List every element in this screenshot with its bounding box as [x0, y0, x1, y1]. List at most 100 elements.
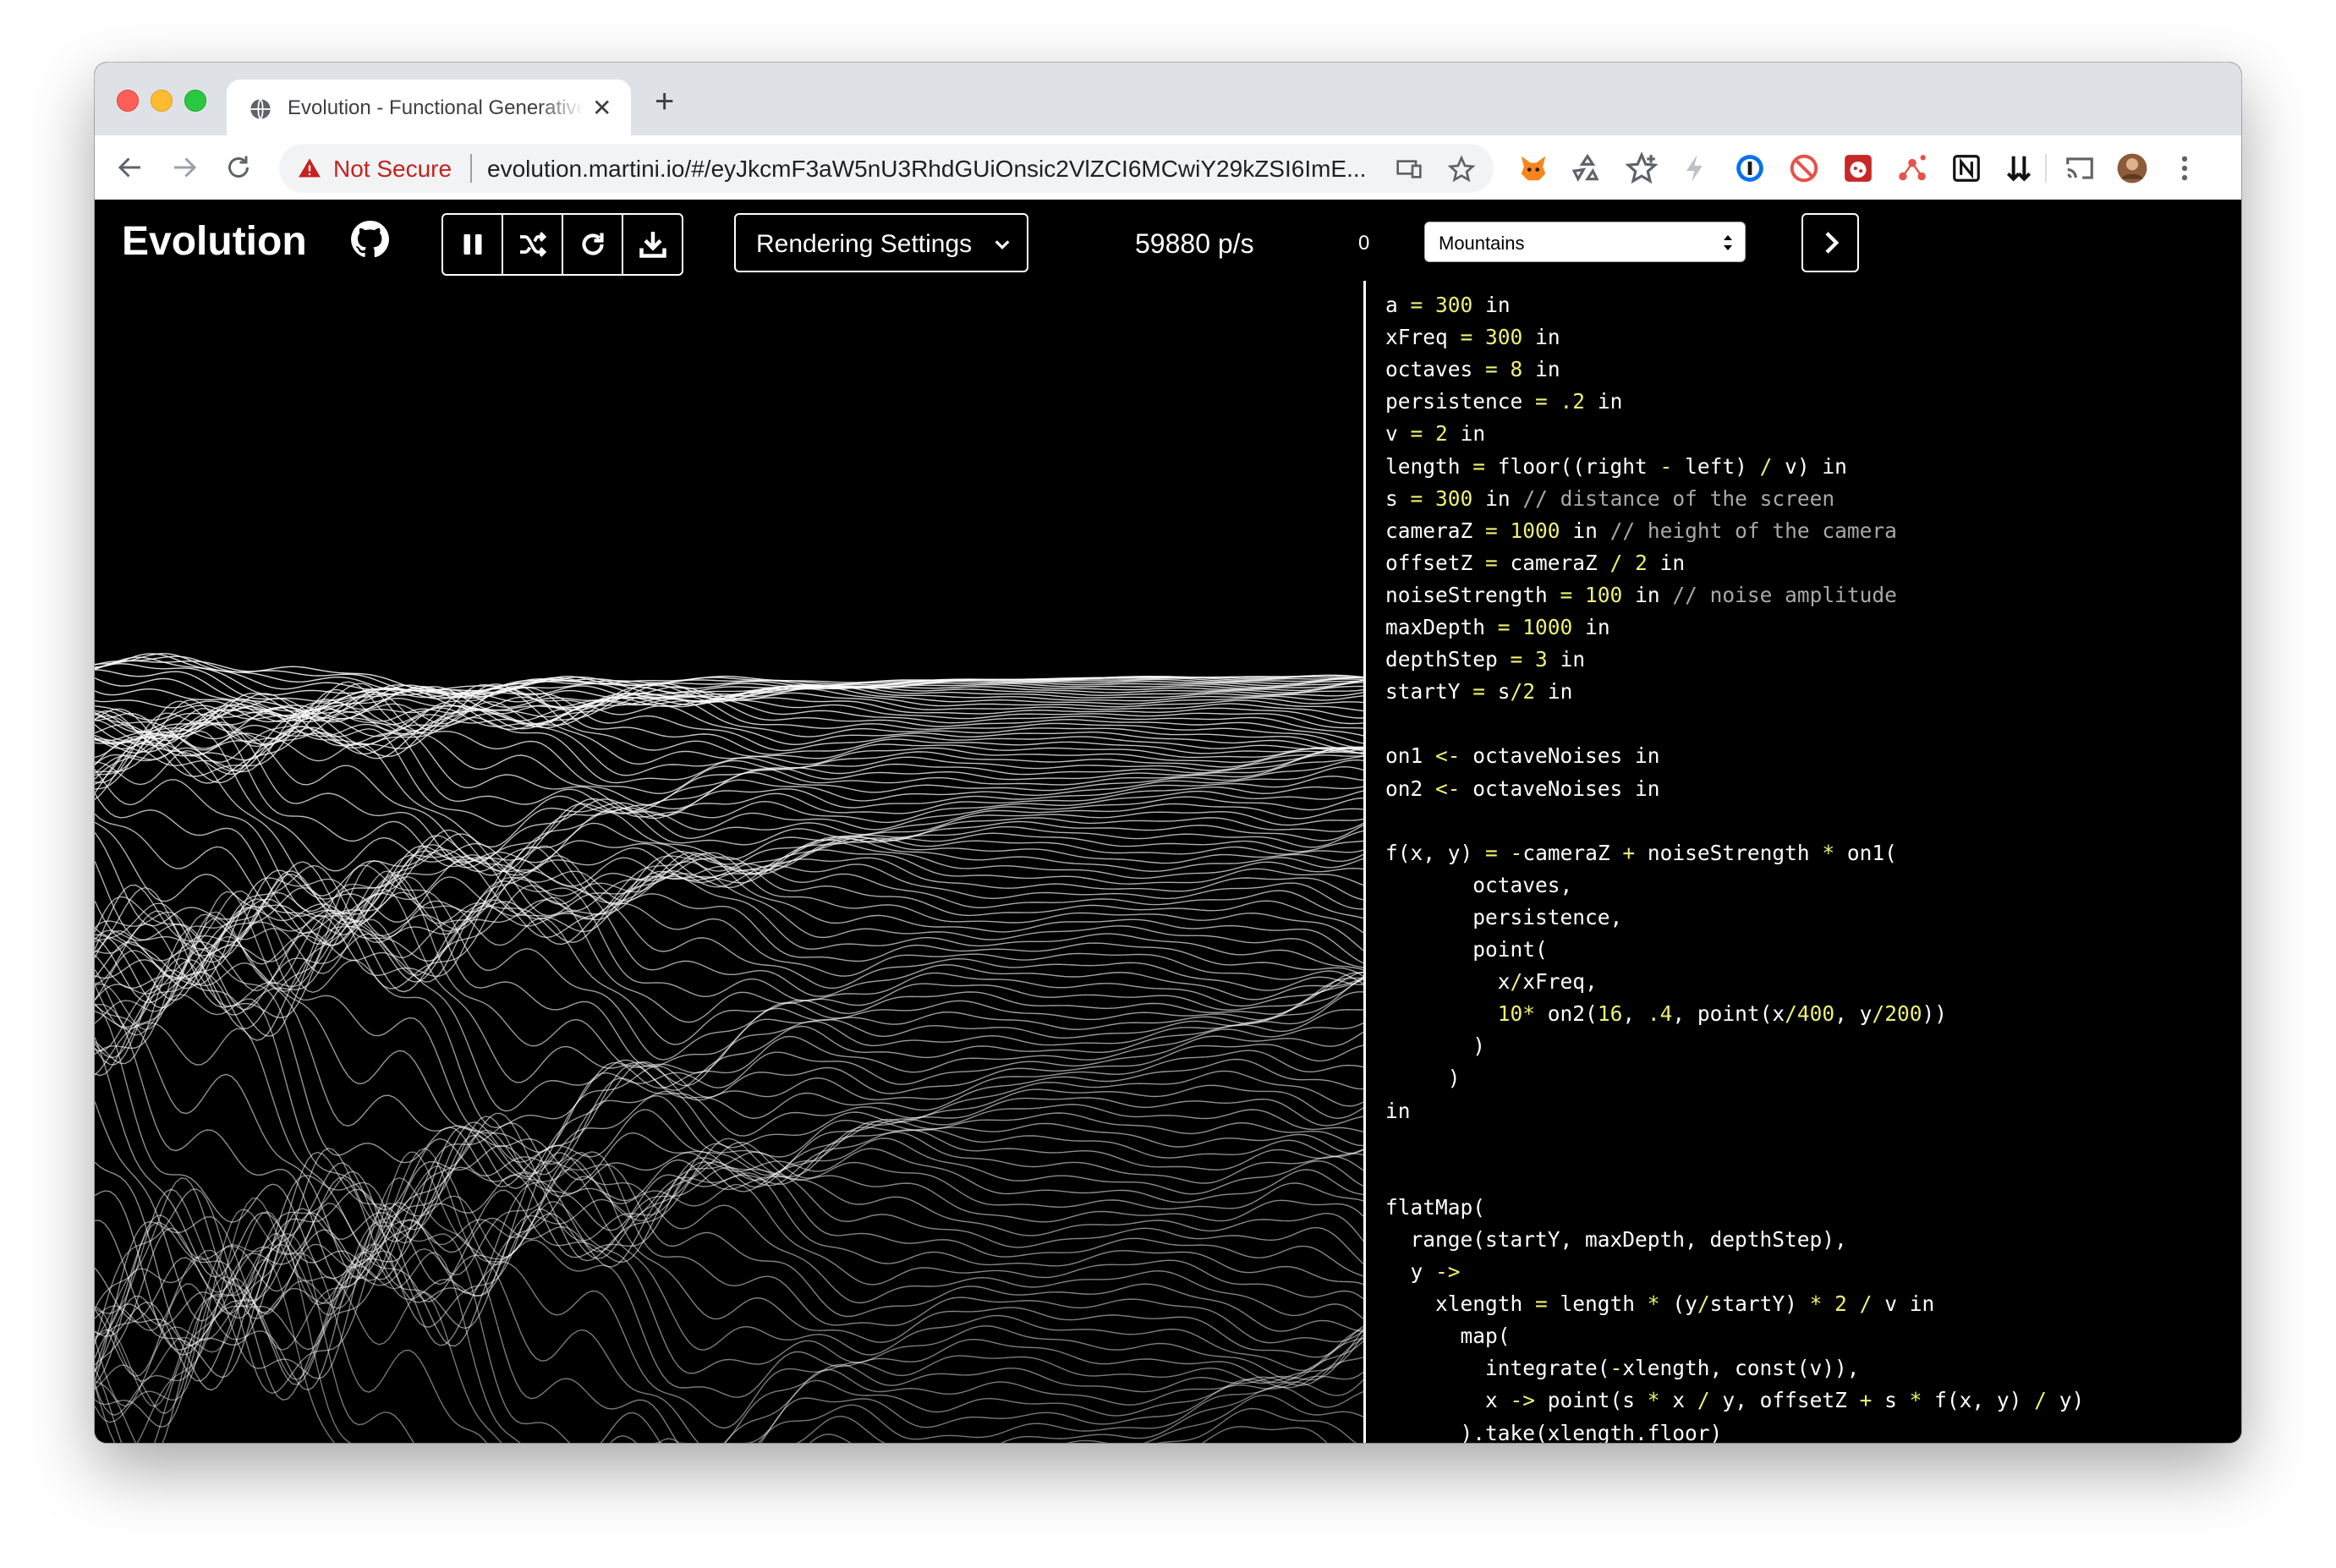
maximize-window-button[interactable]	[184, 90, 206, 112]
pause-icon	[463, 234, 481, 255]
code-line: persistence,	[1385, 905, 1622, 937]
avatar[interactable]	[2116, 152, 2148, 184]
app-title: Evolution	[122, 219, 307, 264]
code-token: v	[1385, 421, 1411, 447]
code-token: x	[1385, 969, 1511, 995]
code-token: length	[1547, 1291, 1648, 1317]
more-menu-icon[interactable]	[2169, 152, 2201, 184]
panel-divider[interactable]	[1363, 281, 1366, 1443]
code-token: xFreq,	[1522, 969, 1598, 995]
code-token: =	[1535, 389, 1548, 414]
code-token: f(x, y)	[1922, 1388, 2035, 1413]
next-button[interactable]	[1801, 213, 1859, 272]
code-token: *	[1809, 1291, 1823, 1317]
code-line: noiseStrength = 100 in // noise amplitud…	[1385, 583, 1897, 615]
code-token: in	[1560, 518, 1610, 543]
cast-icon[interactable]	[2064, 152, 2096, 184]
code-token: =	[1510, 647, 1523, 672]
onepassword-extension-icon[interactable]	[1734, 152, 1766, 184]
code-line: v = 2 in	[1385, 421, 1485, 453]
recycle-extension-icon[interactable]	[1571, 152, 1604, 184]
download-button[interactable]	[623, 215, 682, 274]
code-token: =	[1485, 840, 1498, 865]
code-token: *	[1822, 840, 1835, 865]
code-token: // height of the camera	[1609, 518, 1897, 543]
star-extension-icon[interactable]	[1626, 152, 1658, 184]
security-label[interactable]: Not Secure	[333, 156, 452, 183]
code-token: octaveNoises in	[1460, 743, 1660, 769]
terrain-render	[95, 653, 1363, 1443]
code-line: s = 300 in // distance of the screen	[1385, 486, 1834, 518]
tab-close-icon[interactable]: ✕	[592, 94, 611, 122]
code-line: map(	[1385, 1324, 1511, 1356]
code-token: f(x, y)	[1385, 840, 1486, 865]
browser-tab[interactable]: Evolution - Functional Generative Art ✕	[227, 79, 631, 135]
code-token: noiseStrength	[1635, 840, 1823, 865]
code-line: depthStep = 3 in	[1385, 647, 1585, 679]
code-token: -	[1659, 453, 1673, 479]
forward-icon[interactable]	[169, 152, 200, 183]
url-text[interactable]: evolution.martini.io/#/eyJkcmF3aW5nU3Rhd…	[487, 156, 1418, 183]
refresh-button[interactable]	[563, 215, 623, 274]
code-token: /	[1759, 453, 1773, 479]
code-token: ->	[1435, 1259, 1461, 1284]
preset-select[interactable]: Mountains	[1424, 222, 1746, 262]
code-token: in	[1522, 357, 1560, 382]
notion-extension-icon[interactable]	[1950, 152, 1982, 184]
sort-extension-icon[interactable]	[2003, 152, 2035, 184]
code-token: =	[1497, 615, 1511, 639]
minimize-window-button[interactable]	[151, 90, 173, 112]
code-line: persistence = .2 in	[1385, 389, 1622, 421]
bookmark-star-icon[interactable]	[1448, 156, 1475, 183]
code-token: startY	[1385, 679, 1473, 705]
pause-button[interactable]	[443, 215, 503, 274]
reload-icon[interactable]	[223, 152, 254, 183]
rendering-settings-dropdown[interactable]: Rendering Settings	[734, 213, 1028, 272]
address-bar[interactable]: Not Secure evolution.martini.io/#/eyJkcm…	[279, 144, 1494, 193]
points-per-second: 59880 p/s	[1135, 228, 1254, 259]
code-token: *	[1522, 1001, 1536, 1027]
code-line: on2 <- octaveNoises in	[1385, 776, 1660, 809]
code-token: offsetZ	[1385, 550, 1486, 575]
ladybug-extension-icon[interactable]	[1842, 152, 1874, 184]
code-line: point(	[1385, 937, 1548, 969]
code-token: startY)	[1709, 1291, 1810, 1317]
code-token: octaveNoises in	[1460, 776, 1660, 801]
code-line: octaves,	[1385, 873, 1572, 905]
code-editor[interactable]: a = 300 in xFreq = 300 in octaves = 8 in pe…	[1385, 281, 2231, 1443]
code-token: 1000	[1522, 615, 1573, 639]
close-window-button[interactable]	[117, 90, 139, 112]
code-line: range(startY, maxDepth, depthStep),	[1385, 1227, 1847, 1259]
code-token: *	[1647, 1388, 1660, 1413]
warning-icon	[299, 158, 321, 178]
new-tab-button[interactable]: +	[655, 83, 674, 121]
code-token: // distance of the screen	[1522, 485, 1835, 511]
code-token: , y	[1834, 1001, 1873, 1027]
lightning-extension-icon[interactable]	[1680, 152, 1712, 184]
code-token: y	[1385, 1259, 1436, 1284]
shuffle-button[interactable]	[503, 215, 563, 274]
code-token: 2	[1635, 550, 1648, 575]
code-token: y, offsetZ	[1709, 1388, 1860, 1413]
code-token: in	[1522, 325, 1560, 350]
code-line: xlength = length * (y/startY) * 2 / v in	[1385, 1291, 1934, 1324]
code-token: on2(	[1535, 1001, 1598, 1027]
code-token: a	[1385, 293, 1411, 317]
code-token: <-	[1435, 743, 1461, 769]
install-app-icon[interactable]	[1396, 156, 1423, 183]
back-icon[interactable]	[115, 152, 145, 183]
github-icon[interactable]	[350, 220, 389, 259]
code-token: ).take(xlength.floor)	[1385, 1420, 1723, 1444]
network-extension-icon[interactable]	[1896, 152, 1928, 184]
metamask-extension-icon[interactable]	[1517, 152, 1549, 184]
code-token: =	[1535, 1291, 1548, 1317]
block-extension-icon[interactable]	[1788, 152, 1820, 184]
code-token: 100	[1585, 582, 1623, 607]
code-token: in	[1585, 389, 1623, 414]
render-canvas[interactable]	[95, 281, 1363, 1443]
code-token: on1	[1385, 743, 1436, 769]
